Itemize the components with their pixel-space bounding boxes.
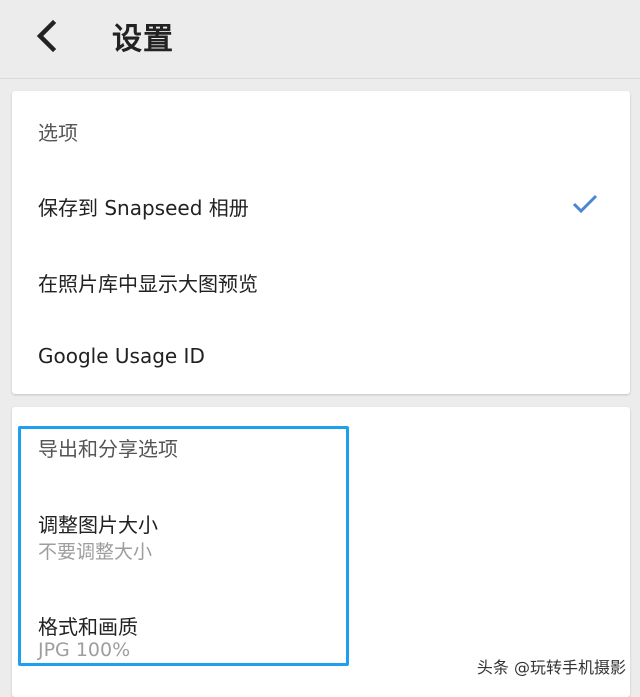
setting-label: 格式和画质 (38, 615, 138, 639)
setting-label: 调整图片大小 (38, 513, 158, 537)
setting-large-preview[interactable]: 在照片库中显示大图预览 (12, 246, 630, 316)
section-title-options: 选项 (38, 121, 78, 145)
setting-google-usage-id[interactable]: Google Usage ID (12, 322, 630, 392)
setting-resize-image[interactable]: 调整图片大小 不要调整大小 (12, 497, 630, 575)
setting-label: Google Usage ID (38, 344, 205, 368)
setting-value: JPG 100% (38, 639, 131, 661)
chevron-left-icon (36, 19, 57, 53)
section-title-export: 导出和分享选项 (38, 437, 178, 461)
setting-label: 保存到 Snapseed 相册 (38, 196, 249, 220)
setting-save-to-album[interactable]: 保存到 Snapseed 相册 (12, 169, 630, 239)
options-card: 选项 保存到 Snapseed 相册 在照片库中显示大图预览 Google Us… (12, 91, 630, 394)
watermark: 头条 @玩转手机摄影 (476, 658, 626, 677)
setting-value: 不要调整大小 (38, 541, 153, 563)
back-button[interactable] (26, 16, 66, 56)
app-bar: 设置 (0, 0, 640, 79)
checkmark-icon (572, 194, 598, 214)
setting-label: 在照片库中显示大图预览 (38, 272, 258, 296)
page-title: 设置 (112, 22, 174, 57)
